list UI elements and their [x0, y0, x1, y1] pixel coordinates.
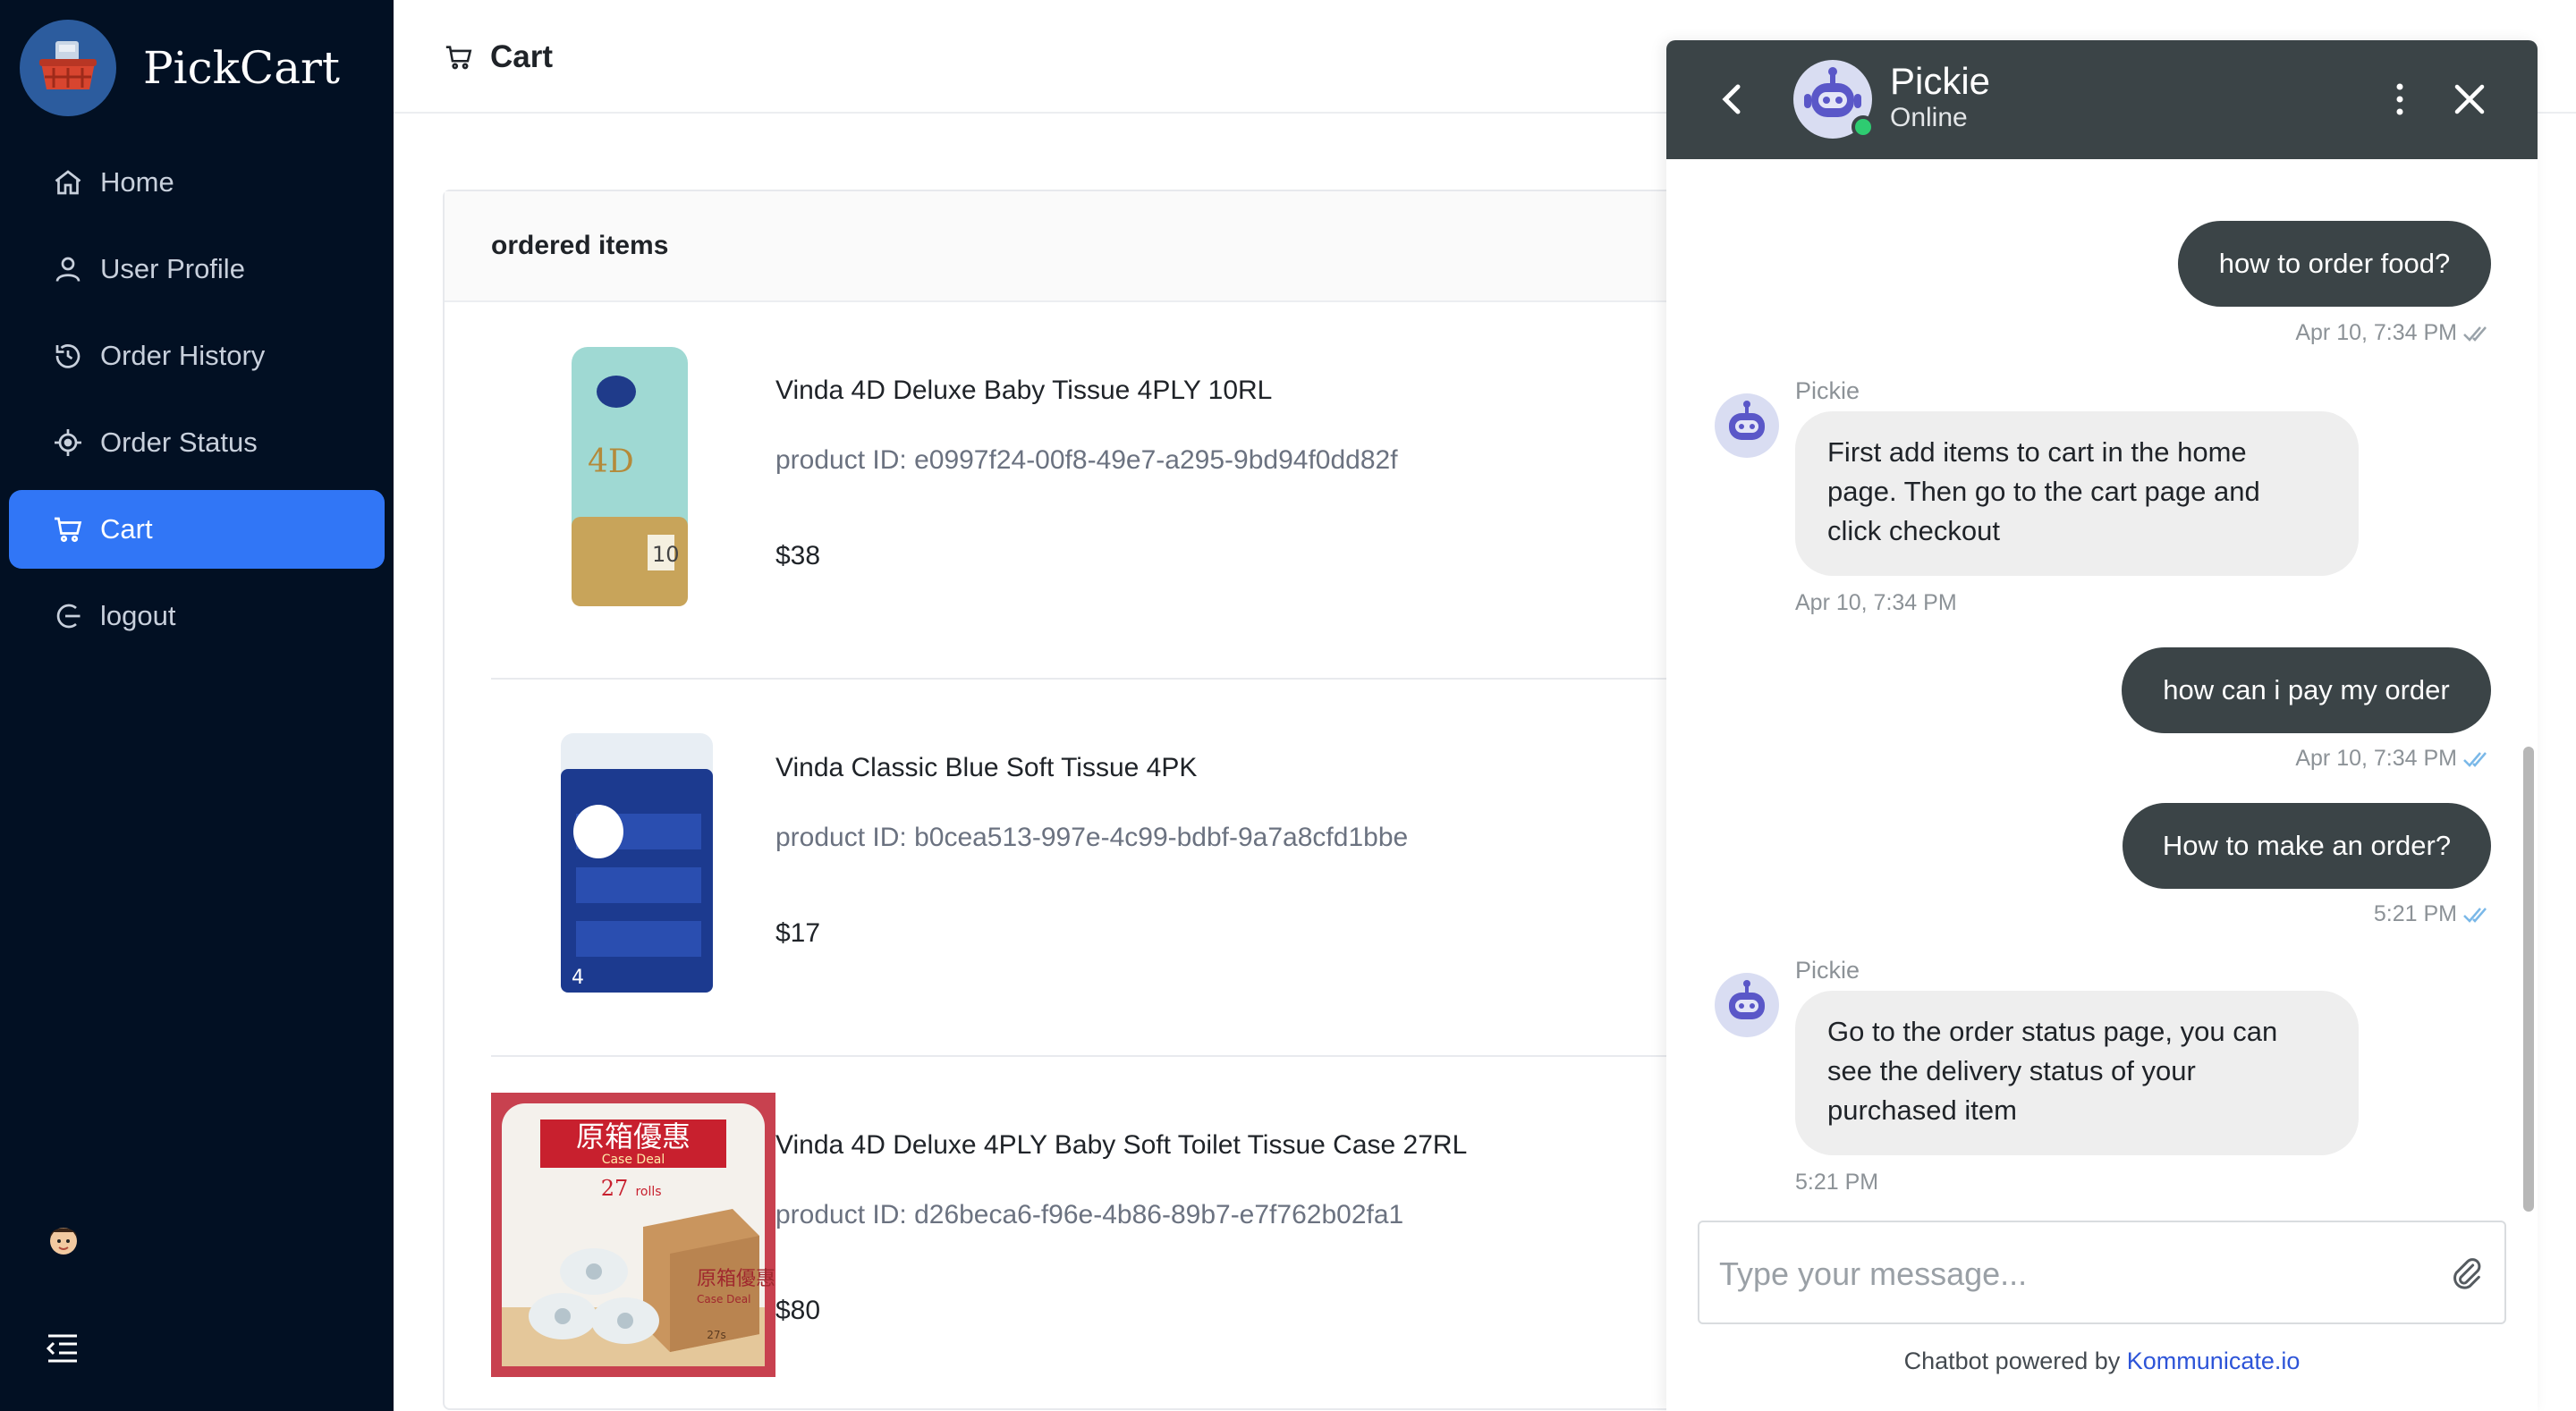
timestamp-text: Apr 10, 7:34 PM: [2295, 746, 2457, 771]
bot-avatar-small: [1715, 973, 1779, 1037]
read-ticks-icon: [2463, 325, 2487, 342]
product-image-tissue-boxes: 4: [561, 733, 713, 993]
sidebar-item-order-history[interactable]: Order History: [9, 317, 385, 395]
attachment-icon[interactable]: [2449, 1256, 2485, 1292]
basket-logo-icon: [20, 20, 116, 116]
user-icon: [55, 257, 80, 282]
message-timestamp: Apr 10, 7:34 PM: [2295, 320, 2493, 346]
target-icon: [55, 429, 81, 456]
svg-text:4D: 4D: [588, 444, 634, 480]
image-text: Case Deal: [697, 1293, 751, 1305]
image-text: 27: [601, 1176, 629, 1201]
more-options-icon[interactable]: [2389, 80, 2411, 119]
product-id: product ID: e0997f24-00f8-49e7-a295-9bd9…: [775, 445, 1398, 475]
app-title: PickCart: [143, 42, 340, 94]
product-name[interactable]: Vinda Classic Blue Soft Tissue 4PK: [775, 753, 1197, 783]
sidebar-item-label: Home: [100, 166, 174, 198]
close-icon[interactable]: [2452, 81, 2487, 117]
product-price: $17: [775, 918, 821, 948]
message-line: First add items to cart in the home: [1827, 436, 2247, 468]
chat-scrollbar[interactable]: [2523, 747, 2534, 1212]
timestamp-text: Apr 10, 7:34 PM: [2295, 320, 2457, 345]
sidebar-item-cart[interactable]: Cart: [9, 490, 385, 569]
image-text: 27s: [707, 1329, 726, 1341]
sidebar-item-label: Cart: [100, 513, 153, 545]
history-icon: [55, 344, 80, 368]
bot-avatar-small: [1715, 393, 1779, 458]
read-ticks-icon: [2463, 907, 2487, 923]
sidebar: PickCart Home User Profile Order History…: [0, 0, 394, 1411]
image-text: Case Deal: [602, 1153, 665, 1167]
message-line: see the delivery status of your: [1827, 1055, 2196, 1086]
bot-message: First add items to cart in the home page…: [1795, 411, 2359, 576]
product-name[interactable]: Vinda 4D Deluxe 4PLY Baby Soft Toilet Ti…: [775, 1130, 1467, 1161]
powered-by-footer: Chatbot powered by Kommunicate.io: [1666, 1348, 2538, 1375]
sidebar-item-label: Order History: [100, 340, 266, 371]
sidebar-item-label: logout: [100, 600, 176, 631]
message-line: Go to the order status page, you can: [1827, 1016, 2278, 1047]
product-price: $80: [775, 1296, 821, 1325]
svg-text:10: 10: [652, 542, 680, 567]
product-image-tissue-pack: 4D 10: [572, 347, 688, 606]
user-message: how can i pay my order: [2122, 647, 2491, 733]
product-name[interactable]: Vinda 4D Deluxe Baby Tissue 4PLY 10RL: [775, 376, 1272, 406]
image-text: 原箱優惠: [697, 1268, 775, 1290]
message-input[interactable]: [1719, 1247, 2417, 1301]
home-icon: [55, 170, 81, 195]
message-line: page. Then go to the cart page and: [1827, 476, 2260, 507]
message-sender: Pickie: [1795, 957, 1860, 984]
read-ticks-icon: [2463, 751, 2487, 767]
user-avatar[interactable]: [43, 1220, 84, 1261]
message-timestamp: 5:21 PM: [1795, 1170, 1878, 1196]
sidebar-item-order-status[interactable]: Order Status: [9, 403, 385, 482]
logout-icon: [56, 604, 80, 629]
user-message: how to order food?: [2178, 221, 2491, 307]
timestamp-text: Apr 10, 7:34 PM: [1795, 590, 1957, 615]
message-timestamp: Apr 10, 7:34 PM: [1795, 590, 1957, 616]
message-sender: Pickie: [1795, 377, 1860, 404]
product-price: $38: [775, 541, 821, 570]
chat-header: Pickie Online: [1666, 40, 2538, 159]
online-indicator: [1852, 115, 1875, 139]
bot-message: Go to the order status page, you can see…: [1795, 991, 2359, 1155]
page-title: Cart: [490, 39, 554, 74]
bot-status: Online: [1890, 103, 1968, 132]
back-arrow-icon[interactable]: [1711, 78, 1752, 121]
message-line: click checkout: [1827, 515, 2000, 546]
timestamp-text: 5:21 PM: [1795, 1170, 1879, 1195]
kommunicate-link[interactable]: Kommunicate.io: [2127, 1348, 2301, 1374]
chatbot-widget: Pickie Online how to order food? Apr 10,…: [1666, 40, 2538, 1411]
image-text: 原箱優惠: [576, 1120, 691, 1153]
sidebar-item-home[interactable]: Home: [9, 143, 385, 222]
message-timestamp: 5:21 PM: [2374, 901, 2493, 927]
cart-icon: [55, 517, 82, 543]
user-message: How to make an order?: [2123, 803, 2491, 889]
svg-text:4: 4: [572, 967, 584, 989]
sidebar-nav: Home User Profile Order History Order St…: [9, 143, 385, 663]
sidebar-item-user-profile[interactable]: User Profile: [9, 230, 385, 308]
message-input-box: [1698, 1221, 2506, 1324]
collapse-sidebar-icon[interactable]: [45, 1332, 80, 1365]
product-image-tissue-case: 原箱優惠 Case Deal 27 rolls 原箱優惠 Case Deal 2…: [491, 1093, 775, 1377]
bot-name: Pickie: [1890, 60, 1991, 102]
sidebar-item-label: Order Status: [100, 427, 258, 458]
sidebar-item-label: User Profile: [100, 253, 245, 284]
image-text: rolls: [635, 1185, 661, 1199]
app-logo[interactable]: PickCart: [20, 20, 340, 116]
powered-by-text: Chatbot powered by: [1903, 1348, 2121, 1374]
message-timestamp: Apr 10, 7:34 PM: [2295, 746, 2493, 772]
sidebar-item-logout[interactable]: logout: [9, 577, 385, 655]
product-id: product ID: b0cea513-997e-4c99-bdbf-9a7a…: [775, 823, 1409, 852]
chat-messages: how to order food? Apr 10, 7:34 PM Picki…: [1666, 159, 2538, 1232]
timestamp-text: 5:21 PM: [2373, 901, 2457, 926]
cart-icon: [445, 46, 472, 70]
message-line: purchased item: [1827, 1094, 2017, 1126]
product-id: product ID: d26beca6-f96e-4b86-89b7-e7f7…: [775, 1200, 1404, 1229]
